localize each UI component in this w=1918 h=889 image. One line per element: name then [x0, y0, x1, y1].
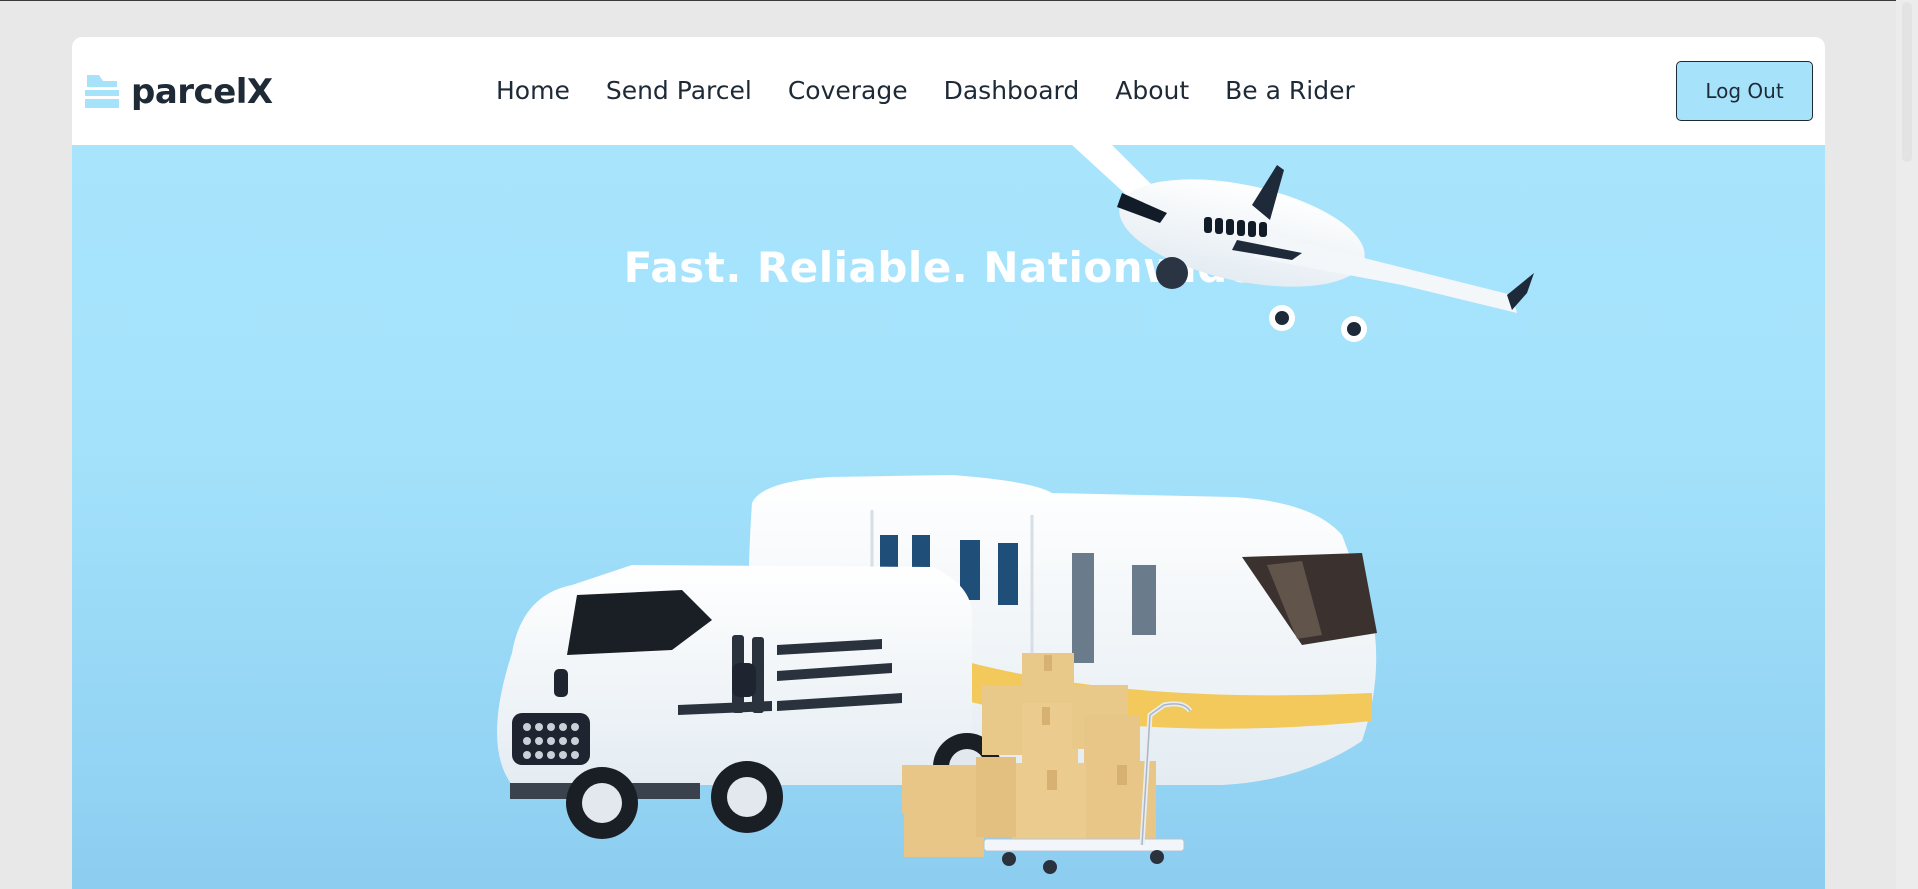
- logout-button[interactable]: Log Out: [1676, 61, 1813, 121]
- hero-banner: Fast. Reliable. Nationwide.: [72, 145, 1825, 889]
- navbar: parcelX Home Send Parcel Coverage Dashbo…: [72, 37, 1825, 145]
- page-container: parcelX Home Send Parcel Coverage Dashbo…: [72, 37, 1825, 889]
- main-nav: Home Send Parcel Coverage Dashboard Abou…: [478, 73, 1373, 109]
- airplane-icon: [1072, 145, 1534, 342]
- brand-logo[interactable]: parcelX: [83, 72, 273, 112]
- window-top-border: [0, 0, 1918, 1]
- scrollbar-thumb[interactable]: [1902, 2, 1912, 162]
- nav-about[interactable]: About: [1097, 73, 1207, 109]
- parcel-stack-icon: [85, 75, 119, 108]
- nav-home[interactable]: Home: [478, 73, 588, 109]
- nav-be-a-rider[interactable]: Be a Rider: [1207, 73, 1373, 109]
- nav-dashboard[interactable]: Dashboard: [926, 73, 1098, 109]
- brand-name: parcelX: [131, 72, 273, 112]
- scrollbar-track[interactable]: [1896, 0, 1918, 889]
- nav-coverage[interactable]: Coverage: [770, 73, 926, 109]
- nav-send-parcel[interactable]: Send Parcel: [588, 73, 770, 109]
- hero-illustration: [72, 145, 1825, 889]
